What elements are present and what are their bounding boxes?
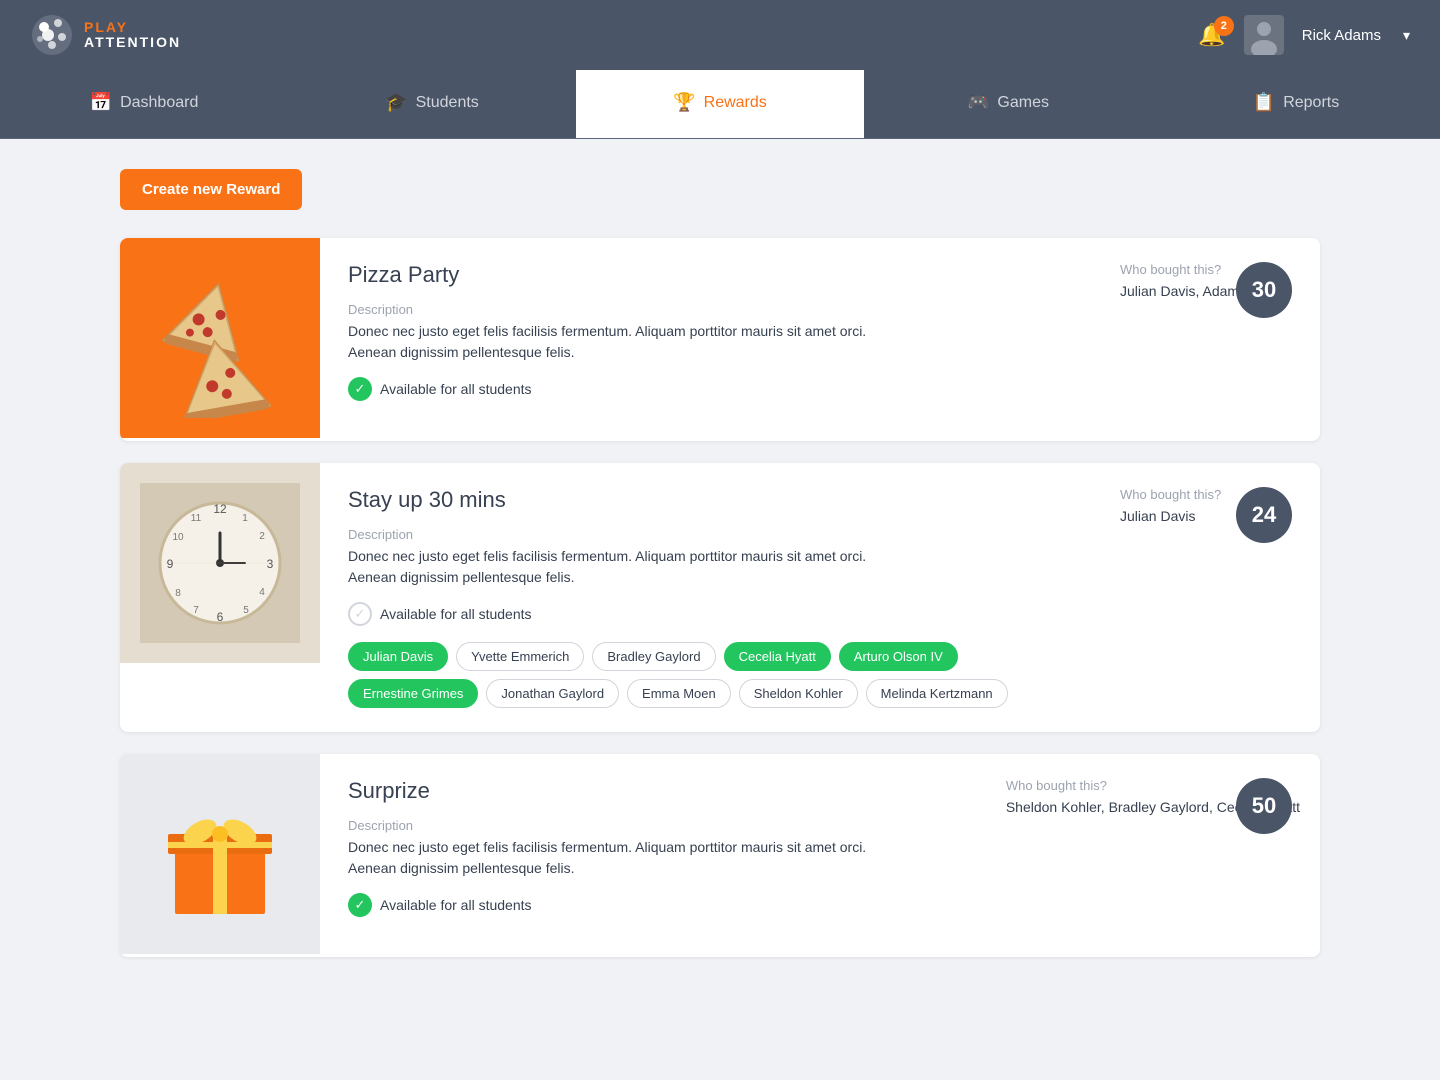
pizza-party-available-row: ✓ Available for all students [348, 377, 1092, 401]
list-item[interactable]: Julian Davis [348, 642, 448, 671]
logo-text: PLAY ATTENTION [84, 20, 181, 51]
dropdown-arrow-icon[interactable]: ▾ [1403, 27, 1410, 44]
main-content: Create new Reward [0, 139, 1440, 1009]
list-item[interactable]: Ernestine Grimes [348, 679, 478, 708]
pizza-party-image [120, 238, 320, 438]
list-item[interactable]: Arturo Olson IV [839, 642, 958, 671]
svg-text:11: 11 [191, 513, 202, 524]
logo: PLAY ATTENTION [30, 13, 181, 57]
stay-up-who-bought: Who bought this? Julian Davis [1120, 463, 1320, 732]
list-item[interactable]: Yvette Emmerich [456, 642, 584, 671]
svg-text:5: 5 [243, 605, 249, 616]
nav-label-reports: Reports [1283, 94, 1339, 112]
main-nav: 📅 Dashboard 🎓 Students 🏆 Rewards 🎮 Games… [0, 70, 1440, 139]
pizza-party-available-text: Available for all students [380, 381, 532, 397]
games-icon: 🎮 [967, 92, 989, 113]
reward-card-pizza-party: Pizza Party Description Donec nec justo … [120, 238, 1320, 441]
stay-up-desc-label: Description [348, 527, 1092, 542]
pizza-party-who-bought: Who bought this? Julian Davis, Adam Hugh… [1120, 238, 1320, 441]
sidebar-item-rewards[interactable]: 🏆 Rewards [576, 70, 864, 138]
avatar-placeholder [1244, 15, 1284, 55]
students-icon: 🎓 [385, 92, 407, 113]
list-item[interactable]: Sheldon Kohler [739, 679, 858, 708]
reward-card-surprize: Surprize Description Donec nec justo ege… [120, 754, 1320, 957]
logo-attention: ATTENTION [84, 35, 181, 50]
nav-label-games: Games [997, 94, 1049, 112]
create-reward-button[interactable]: Create new Reward [120, 169, 302, 210]
svg-text:2: 2 [259, 531, 265, 542]
sidebar-item-dashboard[interactable]: 📅 Dashboard [0, 70, 288, 138]
stay-up-count: 24 [1236, 487, 1292, 543]
svg-text:3: 3 [267, 557, 274, 571]
pizza-party-count: 30 [1236, 262, 1292, 318]
list-item[interactable]: Bradley Gaylord [592, 642, 715, 671]
stay-up-body: Stay up 30 mins Description Donec nec ju… [320, 463, 1120, 732]
stay-up-available-text: Available for all students [380, 606, 532, 622]
sidebar-item-students[interactable]: 🎓 Students [288, 70, 576, 138]
header: PLAY ATTENTION 🔔 2 Rick Adams ▾ [0, 0, 1440, 70]
nav-label-students: Students [416, 94, 479, 112]
sidebar-item-games[interactable]: 🎮 Games [864, 70, 1152, 138]
user-name: Rick Adams [1302, 27, 1381, 44]
header-right: 🔔 2 Rick Adams ▾ [1198, 15, 1410, 55]
surprize-available-row: ✓ Available for all students [348, 893, 978, 917]
available-check-icon: ✓ [348, 377, 372, 401]
list-item[interactable]: Emma Moen [627, 679, 731, 708]
svg-text:1: 1 [242, 513, 248, 524]
pizza-party-desc-label: Description [348, 302, 1092, 317]
nav-label-rewards: Rewards [704, 94, 767, 112]
notification-badge: 2 [1214, 16, 1234, 36]
reports-icon: 📋 [1253, 92, 1275, 113]
surprize-desc-label: Description [348, 818, 978, 833]
stay-up-image: 12 3 6 9 1 2 4 5 7 8 10 11 [120, 463, 320, 663]
pizza-party-body: Pizza Party Description Donec nec justo … [320, 238, 1120, 441]
surprize-image [120, 754, 320, 954]
surprize-count: 50 [1236, 778, 1292, 834]
stay-up-tags: Julian Davis Yvette Emmerich Bradley Gaylo… [348, 642, 1092, 708]
pizza-party-title: Pizza Party [348, 262, 1092, 288]
nav-label-dashboard: Dashboard [120, 94, 198, 112]
logo-play: PLAY [84, 20, 181, 35]
dashboard-icon: 📅 [90, 92, 112, 113]
notification-bell[interactable]: 🔔 2 [1198, 22, 1225, 48]
surprize-body: Surprize Description Donec nec justo ege… [320, 754, 1006, 957]
list-item[interactable]: Melinda Kertzmann [866, 679, 1008, 708]
surprize-check-icon: ✓ [348, 893, 372, 917]
svg-text:9: 9 [167, 557, 174, 571]
surprize-title: Surprize [348, 778, 978, 804]
pizza-party-desc: Donec nec justo eget felis facilisis fer… [348, 321, 868, 363]
stay-up-title: Stay up 30 mins [348, 487, 1092, 513]
list-item[interactable]: Jonathan Gaylord [486, 679, 619, 708]
list-item[interactable]: Cecelia Hyatt [724, 642, 831, 671]
svg-text:7: 7 [193, 605, 199, 616]
svg-text:10: 10 [172, 532, 184, 543]
stay-up-available-row: ✓ Available for all students [348, 602, 1092, 626]
svg-text:4: 4 [259, 587, 265, 598]
surprize-desc: Donec nec justo eget felis facilisis fer… [348, 837, 868, 879]
svg-text:8: 8 [175, 588, 181, 599]
sidebar-item-reports[interactable]: 📋 Reports [1152, 70, 1440, 138]
rewards-icon: 🏆 [673, 92, 695, 113]
reward-card-stay-up: 12 3 6 9 1 2 4 5 7 8 10 11 [120, 463, 1320, 732]
surprize-available-text: Available for all students [380, 897, 532, 913]
logo-icon [30, 13, 74, 57]
svg-text:6: 6 [217, 610, 224, 624]
stay-up-desc: Donec nec justo eget felis facilisis fer… [348, 546, 868, 588]
avatar [1244, 15, 1284, 55]
svg-text:12: 12 [213, 502, 227, 516]
stay-up-check-icon: ✓ [348, 602, 372, 626]
